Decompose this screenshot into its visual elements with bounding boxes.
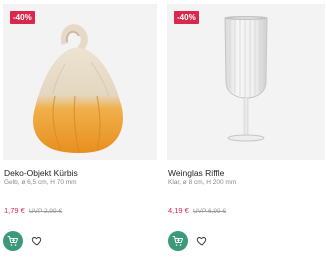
old-price: UVP 6,99 € bbox=[192, 208, 227, 215]
wishlist-button[interactable] bbox=[194, 233, 210, 249]
discount-badge: -40% bbox=[10, 11, 35, 24]
product-name[interactable]: Weinglas Riffle bbox=[168, 168, 224, 178]
product-description: Klar, ø 8 cm, H 200 mm bbox=[168, 179, 237, 186]
wine-glass-image bbox=[224, 16, 268, 142]
product-image-frame[interactable]: -40% bbox=[3, 4, 157, 160]
sale-price: 4,19 € bbox=[168, 206, 189, 215]
add-to-cart-button[interactable] bbox=[3, 231, 23, 251]
heart-icon bbox=[31, 237, 42, 246]
pumpkin-figurine-image bbox=[33, 24, 123, 153]
product-card-pumpkin[interactable]: -40% Deko-Objekt Kürbis Gelb, ø 6,5 cm, … bbox=[0, 0, 160, 270]
product-image-frame[interactable]: -40% bbox=[167, 4, 325, 160]
old-price: UVP 2,99 € bbox=[28, 208, 63, 215]
heart-icon bbox=[196, 237, 207, 246]
discount-badge: -40% bbox=[174, 11, 199, 24]
product-grid: -40% Deko-Objekt Kürbis Gelb, ø 6,5 cm, … bbox=[0, 0, 326, 270]
cart-plus-icon bbox=[172, 236, 183, 246]
cart-plus-icon bbox=[7, 236, 18, 246]
product-description: Gelb, ø 6,5 cm, H 70 mm bbox=[4, 179, 77, 186]
price-row: 1,79 € UVP 2,99 € bbox=[4, 206, 62, 215]
sale-price: 1,79 € bbox=[4, 206, 25, 215]
product-card-wine-glass[interactable]: -40% Weinglas Riffle Klar, ø 8 cm, H 200… bbox=[166, 0, 326, 270]
price-row: 4,19 € UVP 6,99 € bbox=[168, 206, 226, 215]
product-name[interactable]: Deko-Objekt Kürbis bbox=[4, 168, 78, 178]
add-to-cart-button[interactable] bbox=[168, 231, 188, 251]
wishlist-button[interactable] bbox=[29, 233, 45, 249]
